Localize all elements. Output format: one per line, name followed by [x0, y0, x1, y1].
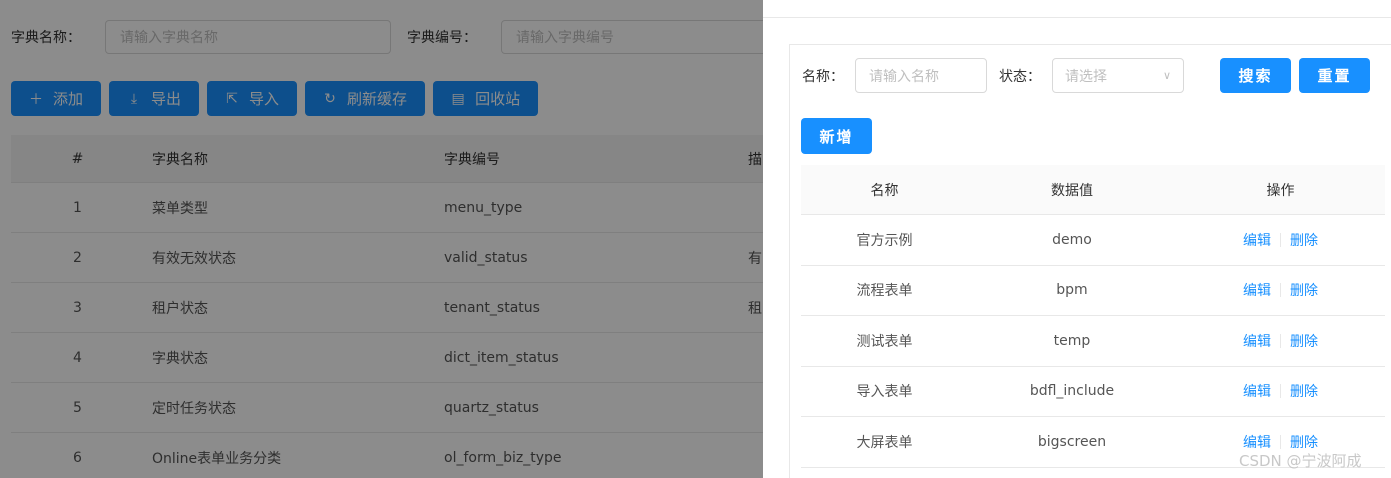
- item-table-header: 名称 数据值 操作: [801, 165, 1385, 215]
- table-row[interactable]: 流程表单 bpm 编辑 删除: [801, 266, 1385, 316]
- drawer-content: 名称： 请输入名称 状态： 请选择 ∨ 搜索 重置 新增 名称 数据值 操作 官…: [789, 44, 1391, 478]
- delete-link[interactable]: 删除: [1290, 230, 1318, 250]
- item-name: 大屏表单: [856, 434, 913, 451]
- item-name: 导入表单: [856, 384, 913, 401]
- item-table: 名称 数据值 操作 官方示例 demo 编辑 删除 流程表单 bpm 编辑 删除…: [801, 165, 1385, 468]
- delete-link[interactable]: 删除: [1290, 381, 1318, 401]
- row-actions: 编辑 删除: [1176, 280, 1385, 300]
- row-actions: 编辑 删除: [1176, 331, 1385, 351]
- item-value: bigscreen: [1037, 433, 1107, 450]
- item-status-label: 状态：: [999, 68, 1041, 85]
- item-name: 流程表单: [856, 283, 913, 300]
- action-divider: [1280, 232, 1281, 247]
- edit-link[interactable]: 编辑: [1243, 432, 1271, 452]
- chevron-down-icon: ∨: [1162, 69, 1171, 82]
- row-actions: 编辑 删除: [1176, 432, 1385, 452]
- item-name-input[interactable]: 请输入名称: [855, 58, 987, 93]
- item-name-label: 名称：: [802, 68, 844, 85]
- action-divider: [1280, 384, 1281, 399]
- search-button[interactable]: 搜索: [1220, 58, 1291, 93]
- table-row[interactable]: 测试表单 temp 编辑 删除: [801, 316, 1385, 367]
- item-name: 官方示例: [856, 232, 913, 249]
- item-name: 测试表单: [856, 333, 913, 350]
- item-value: demo: [1052, 231, 1092, 248]
- item-status-placeholder: 请选择: [1065, 68, 1107, 85]
- table-row[interactable]: 导入表单 bdfl_include 编辑 删除: [801, 367, 1385, 417]
- action-divider: [1280, 333, 1281, 348]
- edit-link[interactable]: 编辑: [1243, 381, 1271, 401]
- col-name-header: 名称: [870, 182, 899, 199]
- edit-link[interactable]: 编辑: [1243, 280, 1271, 300]
- add-item-button[interactable]: 新增: [801, 118, 872, 154]
- item-value: bdfl_include: [1029, 383, 1115, 400]
- delete-link[interactable]: 删除: [1290, 432, 1318, 452]
- dict-items-drawer: 名称： 请输入名称 状态： 请选择 ∨ 搜索 重置 新增 名称 数据值 操作 官…: [763, 0, 1391, 478]
- delete-link[interactable]: 删除: [1290, 331, 1318, 351]
- row-actions: 编辑 删除: [1176, 381, 1385, 401]
- drawer-header: [763, 0, 1391, 18]
- delete-link[interactable]: 删除: [1290, 280, 1318, 300]
- action-divider: [1280, 434, 1281, 449]
- row-actions: 编辑 删除: [1176, 230, 1385, 250]
- edit-link[interactable]: 编辑: [1243, 230, 1271, 250]
- csdn-watermark: CSDN @宁波阿成: [1239, 452, 1362, 470]
- item-value: temp: [1053, 332, 1091, 349]
- table-row[interactable]: 官方示例 demo 编辑 删除: [801, 215, 1385, 266]
- col-action-header: 操作: [1266, 182, 1295, 199]
- action-divider: [1280, 283, 1281, 298]
- edit-link[interactable]: 编辑: [1243, 331, 1271, 351]
- item-search-form: 名称： 请输入名称 状态： 请选择 ∨ 搜索 重置: [802, 58, 1370, 93]
- reset-button[interactable]: 重置: [1299, 58, 1370, 93]
- col-value-header: 数据值: [1051, 182, 1093, 199]
- item-status-select[interactable]: 请选择 ∨: [1052, 58, 1184, 93]
- item-value: bpm: [1056, 282, 1088, 299]
